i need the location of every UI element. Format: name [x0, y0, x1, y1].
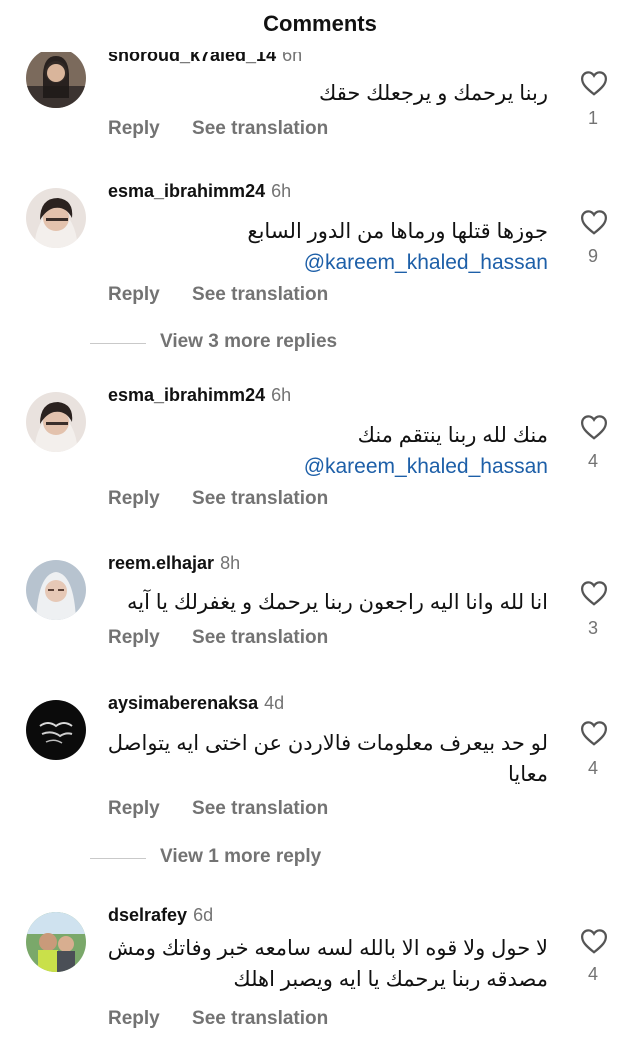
- timestamp: 8h: [220, 553, 241, 573]
- reply-button[interactable]: Reply: [108, 284, 160, 305]
- see-translation-button[interactable]: See translation: [192, 488, 328, 509]
- see-translation-button[interactable]: See translation: [192, 798, 328, 819]
- comment-actions: Reply See translation: [108, 488, 328, 510]
- like-count: 4: [587, 758, 598, 778]
- comment-body: جوزها قتلها ورماها من الدور السابع: [247, 220, 548, 243]
- timestamp: 4d: [264, 693, 285, 713]
- reply-button[interactable]: Reply: [108, 798, 160, 819]
- reply-button[interactable]: Reply: [108, 488, 160, 509]
- username[interactable]: esma_ibrahimm24: [108, 385, 265, 405]
- comment-text: لا حول ولا قوه الا بالله لسه سامعه خبر و…: [88, 933, 548, 995]
- comment-actions: Reply See translation: [108, 284, 328, 306]
- mention-link[interactable]: @kareem_khaled_hassan: [88, 451, 548, 482]
- like-count: 3: [587, 618, 598, 638]
- see-translation-button[interactable]: See translation: [192, 627, 328, 648]
- heart-outline-icon[interactable]: [579, 207, 609, 237]
- comment-body: منك لله ربنا ينتقم منك: [357, 424, 548, 447]
- comment-actions: Reply See translation: [108, 1008, 328, 1030]
- avatar[interactable]: [26, 700, 86, 760]
- divider: [90, 343, 146, 344]
- username[interactable]: reem.elhajar: [108, 553, 214, 573]
- view-more-label[interactable]: View 3 more replies: [160, 331, 337, 353]
- comment-body: ربنا يرحمك و يرجعلك حقك: [319, 82, 548, 105]
- divider: [90, 858, 146, 859]
- heart-outline-icon[interactable]: [579, 718, 609, 748]
- comments-header: Comments: [0, 0, 640, 52]
- comment-header: aysimaberenaksa 4d: [108, 693, 284, 714]
- comment-actions: Reply See translation: [108, 627, 328, 649]
- page-title: Comments: [263, 11, 377, 36]
- avatar[interactable]: [26, 392, 86, 452]
- like-count: 9: [587, 246, 598, 266]
- username[interactable]: esma_ibrahimm24: [108, 181, 265, 201]
- comment-header: reem.elhajar 8h: [108, 553, 240, 574]
- comment-actions: Reply See translation: [108, 118, 328, 140]
- see-translation-button[interactable]: See translation: [192, 284, 328, 305]
- heart-outline-icon[interactable]: [579, 68, 609, 98]
- avatar[interactable]: [26, 560, 86, 620]
- comment-text: انا لله وانا اليه راجعون ربنا يرحمك و يغ…: [88, 587, 548, 618]
- comment-body: انا لله وانا اليه راجعون ربنا يرحمك و يغ…: [126, 591, 548, 614]
- reply-button[interactable]: Reply: [108, 627, 160, 648]
- heart-outline-icon[interactable]: [579, 412, 609, 442]
- see-translation-button[interactable]: See translation: [192, 1008, 328, 1029]
- timestamp: 6h: [271, 385, 292, 405]
- reply-button[interactable]: Reply: [108, 1008, 160, 1029]
- view-more-label[interactable]: View 1 more reply: [160, 846, 321, 868]
- heart-outline-icon[interactable]: [579, 926, 609, 956]
- comment-header: esma_ibrahimm24 6h: [108, 385, 291, 406]
- comment-text: ربنا يرحمك و يرجعلك حقك: [88, 78, 548, 109]
- like-count: 4: [587, 451, 598, 471]
- comment-text: منك لله ربنا ينتقم منك @kareem_khaled_ha…: [88, 420, 548, 482]
- comment-actions: Reply See translation: [108, 798, 328, 820]
- comment-header: dselrafey 6d: [108, 905, 213, 926]
- comment-header: esma_ibrahimm24 6h: [108, 181, 291, 202]
- like-count: 1: [587, 108, 598, 128]
- comment-body: لا حول ولا قوه الا بالله لسه سامعه خبر و…: [107, 937, 548, 991]
- comment-body: لو حد بيعرف معلومات فالاردن عن اختى ايه …: [107, 732, 548, 786]
- see-translation-button[interactable]: See translation: [192, 118, 328, 139]
- timestamp: 6h: [271, 181, 292, 201]
- comment-text: جوزها قتلها ورماها من الدور السابع @kare…: [88, 216, 548, 278]
- avatar[interactable]: [26, 912, 86, 972]
- reply-button[interactable]: Reply: [108, 118, 160, 139]
- username[interactable]: dselrafey: [108, 905, 187, 925]
- avatar[interactable]: [26, 48, 86, 108]
- mention-link[interactable]: @kareem_khaled_hassan: [88, 247, 548, 278]
- username[interactable]: aysimaberenaksa: [108, 693, 258, 713]
- avatar[interactable]: [26, 188, 86, 248]
- timestamp: 6d: [193, 905, 214, 925]
- like-count: 4: [587, 964, 598, 984]
- comment-text: لو حد بيعرف معلومات فالاردن عن اختى ايه …: [88, 728, 548, 790]
- heart-outline-icon[interactable]: [579, 578, 609, 608]
